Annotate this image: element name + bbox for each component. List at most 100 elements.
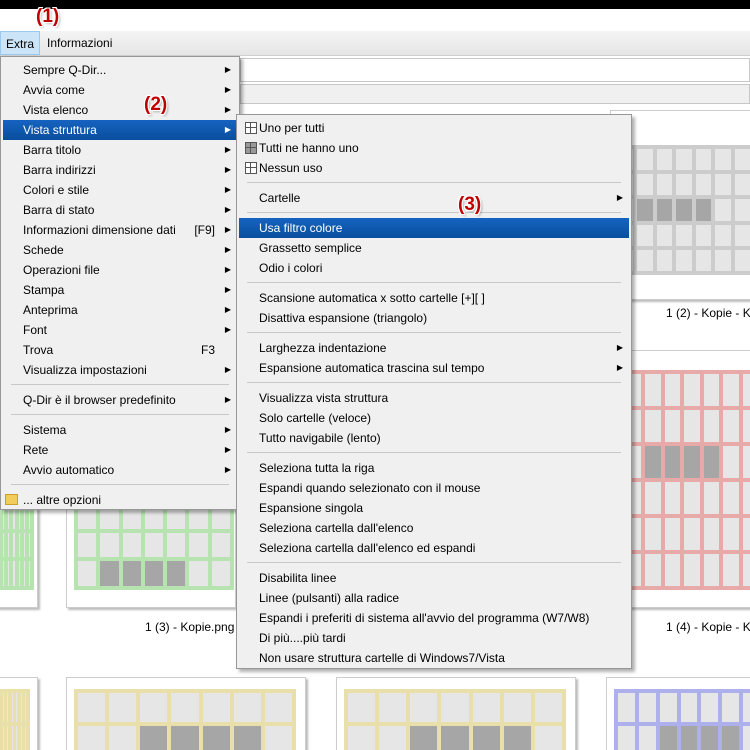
menu-item-label: Stampa [23, 283, 65, 297]
menu-item-anteprima[interactable]: Anteprima ▶ [3, 300, 237, 320]
menu-item-nessun-uso[interactable]: Nessun uso [239, 158, 629, 178]
menu-item-espansione-singola[interactable]: Espansione singola [239, 498, 629, 518]
menu-item-cartelle[interactable]: Cartelle ▶ [239, 188, 629, 208]
menu-item-label: Espandi i preferiti di sistema all'avvio… [259, 611, 590, 625]
thumbnail-cell [742, 518, 750, 550]
menu-item-trova[interactable]: Trova F3 [3, 340, 237, 360]
menu-separator [247, 212, 621, 213]
annotation-1: (1) [36, 6, 60, 27]
thumbnail-grid [0, 500, 34, 590]
thumbnail-cell [684, 482, 700, 514]
thumbnail-cell [656, 224, 673, 246]
menu-item-linee-pulsanti-alla-radice[interactable]: Linee (pulsanti) alla radice [239, 588, 629, 608]
thumbnail-cell [695, 249, 712, 271]
thumbnail-cell [722, 693, 740, 722]
menu-item-vista-struttura[interactable]: Vista struttura ▶ [3, 120, 237, 140]
menu-item-di-pi-pi-tardi[interactable]: Di più....più tardi [239, 628, 629, 648]
menu-item-stampa[interactable]: Stampa ▶ [3, 280, 237, 300]
menu-item-font[interactable]: Font ▶ [3, 320, 237, 340]
menu-item-label: Visualizza vista struttura [259, 391, 389, 405]
menu-item-barra-titolo[interactable]: Barra titolo ▶ [3, 140, 237, 160]
thumbnail-cell [2, 693, 4, 722]
file-caption[interactable]: 1 (2) - Kopie - Ko [666, 306, 750, 320]
menu-item-uno-per-tutti[interactable]: Uno per tutti [239, 118, 629, 138]
thumbnail-cell [8, 532, 10, 558]
thumbnail-cell [20, 726, 22, 750]
thumbnail-cell [734, 224, 750, 246]
menu-item-grassetto-semplice[interactable]: Grassetto semplice [239, 238, 629, 258]
thumbnail-cell [109, 693, 137, 722]
thumbnail-cell [695, 149, 712, 171]
thumbnail-cell [23, 532, 25, 558]
menu-item-avvio-automatico[interactable]: Avvio automatico ▶ [3, 460, 237, 480]
menu-item-espansione-automatica-trascina-sul-tempo[interactable]: Espansione automatica trascina sul tempo… [239, 358, 629, 378]
address-bar[interactable] [240, 58, 750, 82]
menu-item-seleziona-tutta-la-riga[interactable]: Seleziona tutta la riga [239, 458, 629, 478]
thumbnail-cell [637, 174, 653, 196]
thumbnail-cell [264, 693, 292, 722]
menu-item-sempre-q-dir[interactable]: Sempre Q-Dir... ▶ [3, 60, 237, 80]
thumbnail-cell [715, 149, 731, 171]
menu-item-visualizza-impostazioni[interactable]: Visualizza impostazioni ▶ [3, 360, 237, 380]
menu-item-larghezza-indentazione[interactable]: Larghezza indentazione ▶ [239, 338, 629, 358]
menu-item-avvia-come[interactable]: Avvia come ▶ [3, 80, 237, 100]
submenu-arrow-icon: ▶ [224, 85, 231, 94]
menu-item-solo-cartelle-veloce[interactable]: Solo cartelle (veloce) [239, 408, 629, 428]
thumbnail-cell [664, 446, 681, 478]
folder-icon [5, 494, 18, 505]
thumbnail-cell [723, 518, 739, 550]
menu-item-seleziona-cartella-dall-elenco[interactable]: Seleziona cartella dall'elenco [239, 518, 629, 538]
thumbnail-cell [680, 693, 698, 722]
menu-item-altre-opzioni[interactable]: ... altre opzioni [3, 490, 237, 510]
menu-item-label: Seleziona cartella dall'elenco ed espand… [259, 541, 476, 555]
menu-item-tutti-ne-hanno-uno[interactable]: Tutti ne hanno uno [239, 138, 629, 158]
annotation-2: (2) [144, 94, 168, 115]
menu-separator [247, 282, 621, 283]
thumbnail-cell [656, 249, 673, 271]
file-caption[interactable]: 1 (4) - Kopie - Ko [666, 620, 750, 634]
thumbnail-cell [645, 518, 661, 550]
menu-item-tutto-navigabile-lento[interactable]: Tutto navigabile (lento) [239, 428, 629, 448]
menu-extra[interactable]: Extra [0, 31, 40, 55]
menu-item-visualizza-vista-struttura[interactable]: Visualizza vista struttura [239, 388, 629, 408]
menu-informazioni[interactable]: Informazioni [42, 31, 117, 55]
annotation-3: (3) [458, 194, 482, 215]
file-caption[interactable]: 1 (3) - Kopie.png [145, 620, 234, 634]
thumbnail-cell [171, 726, 199, 750]
thumbnail-grid [614, 689, 750, 750]
menu-item-label: Non usare struttura cartelle di Windows7… [259, 651, 505, 665]
thumbnail-cell [233, 693, 261, 722]
menu-item-label: Uno per tutti [259, 121, 325, 135]
menu-item-usa-filtro-colore[interactable]: Usa filtro colore [239, 218, 629, 238]
menu-item-sistema[interactable]: Sistema ▶ [3, 420, 237, 440]
menu-item-espandi-i-preferiti-di-sistema-all-avvio-del-programma-w7-w8[interactable]: Espandi i preferiti di sistema all'avvio… [239, 608, 629, 628]
menu-item-schede[interactable]: Schede ▶ [3, 240, 237, 260]
submenu-arrow-icon: ▶ [224, 395, 231, 404]
menu-item-odio-i-colori[interactable]: Odio i colori [239, 258, 629, 278]
menu-separator [11, 384, 229, 385]
menu-item-barra-di-stato[interactable]: Barra di stato ▶ [3, 200, 237, 220]
menu-item-rete[interactable]: Rete ▶ [3, 440, 237, 460]
menu-separator [247, 332, 621, 333]
menu-item-operazioni-file[interactable]: Operazioni file ▶ [3, 260, 237, 280]
menu-item-scansione-automatica-x-sotto-cartelle[interactable]: Scansione automatica x sotto cartelle [+… [239, 288, 629, 308]
menu-item-q-dir-il-browser-predefinito[interactable]: Q-Dir è il browser predefinito ▶ [3, 390, 237, 410]
menu-item-non-usare-struttura-cartelle-di-windows7-vista[interactable]: Non usare struttura cartelle di Windows7… [239, 648, 629, 668]
menu-item-informazioni-dimensione-dati[interactable]: Informazioni dimensione dati [F9] ▶ [3, 220, 237, 240]
submenu-arrow-icon: ▶ [224, 285, 231, 294]
thumbnail-cell [144, 561, 164, 586]
menu-item-espandi-quando-selezionato-con-il-mouse[interactable]: Espandi quando selezionato con il mouse [239, 478, 629, 498]
thumbnail-cell [743, 726, 750, 750]
menu-item-disabilita-linee[interactable]: Disabilita linee [239, 568, 629, 588]
menu-item-colori-e-stile[interactable]: Colori e stile ▶ [3, 180, 237, 200]
menu-item-label: Avvia come [23, 83, 85, 97]
thumbnail-cell [3, 532, 5, 558]
menu-item-disattiva-espansione-triangolo[interactable]: Disattiva espansione (triangolo) [239, 308, 629, 328]
thumbnail-cell [645, 446, 661, 478]
submenu-arrow-icon: ▶ [224, 185, 231, 194]
thumbnail-cell [441, 693, 469, 722]
menu-item-barra-indirizzi[interactable]: Barra indirizzi ▶ [3, 160, 237, 180]
menu-item-seleziona-cartella-dall-elenco-ed-espandi[interactable]: Seleziona cartella dall'elenco ed espand… [239, 538, 629, 558]
menu-item-vista-elenco[interactable]: Vista elenco ▶ [3, 100, 237, 120]
thumbnail-cell [16, 693, 17, 722]
